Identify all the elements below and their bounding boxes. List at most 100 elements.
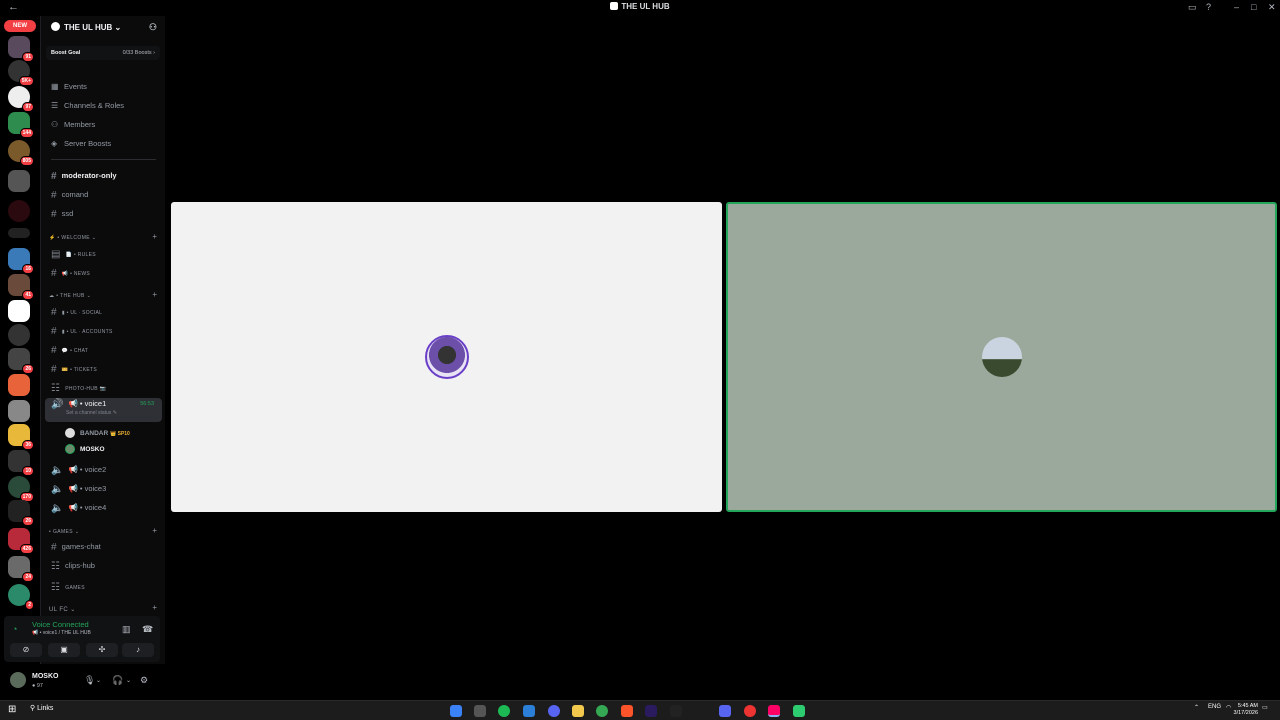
headphones-icon[interactable]: 🎧 <box>112 675 123 686</box>
category-games[interactable]: • GAMES ⌄ <box>49 529 79 535</box>
server-icon[interactable]: 426 <box>8 528 34 554</box>
avatar[interactable] <box>10 672 26 688</box>
channel-accounts[interactable]: # ▮ • UL ᐧ ACCOUNTS <box>51 326 113 337</box>
category-ul-fc[interactable]: UL FC ⌄ <box>49 606 76 613</box>
nav-channels-roles[interactable]: ☰ Channels & Roles <box>51 101 124 110</box>
copilot-icon[interactable] <box>450 705 462 717</box>
tray-chevron-icon[interactable]: ⌃ <box>1194 704 1199 711</box>
activities-button[interactable]: ✣ <box>86 643 118 657</box>
vscode-icon[interactable] <box>523 705 535 717</box>
notification-icon[interactable]: ▭ <box>1262 704 1268 711</box>
channel-tickets[interactable]: # 🎫 • TICKETS <box>51 364 97 375</box>
server-icon[interactable]: 41 <box>8 274 34 300</box>
voice-member[interactable]: MOSKO <box>65 444 105 454</box>
server-header[interactable]: THE UL HUB ⌄ ⚇ <box>41 16 165 42</box>
channel-clips-hub[interactable]: ☷ clips-hub <box>51 561 95 572</box>
forum-icon: ☷ <box>51 383 61 394</box>
capcut-icon[interactable] <box>670 705 682 717</box>
category-the-hub[interactable]: ☁ • THE HUB ⌄ <box>49 293 91 299</box>
channel-photo-hub[interactable]: ☷ PHOTO-HUB 📷 <box>51 383 106 394</box>
server-icon[interactable]: 91 <box>8 36 34 62</box>
maximize-button[interactable]: □ <box>1251 2 1256 12</box>
channel-comand[interactable]: # comand <box>51 190 88 201</box>
invite-icon[interactable]: ⚇ <box>149 22 157 33</box>
chevron-down-icon[interactable]: ⌄ <box>96 677 101 684</box>
server-icon[interactable] <box>8 324 30 346</box>
server-icon[interactable]: 16 <box>8 248 34 274</box>
server-icon[interactable]: 2 <box>8 584 34 610</box>
discord-icon[interactable] <box>548 705 560 717</box>
add-channel-icon[interactable]: + <box>152 232 157 241</box>
wifi-icon[interactable]: ◠ <box>1226 704 1231 711</box>
server-icon[interactable]: 144 <box>8 112 34 138</box>
channel-chat[interactable]: # 💬 • CHAT <box>51 345 88 356</box>
add-channel-icon[interactable]: + <box>152 526 157 535</box>
server-icon[interactable] <box>8 170 30 192</box>
app-icon[interactable] <box>719 705 731 717</box>
participant-tile[interactable] <box>171 202 722 512</box>
channel-moderator-only[interactable]: # moderator-only <box>51 171 117 182</box>
server-icon[interactable]: 26 <box>8 500 34 526</box>
noise-suppression-icon[interactable]: ▥ <box>122 624 131 635</box>
server-icon[interactable]: 26 <box>8 348 34 374</box>
server-icon[interactable] <box>8 374 30 396</box>
server-icon[interactable] <box>8 228 30 238</box>
gear-icon[interactable]: ⚙ <box>140 675 148 686</box>
participant-tile-speaking[interactable] <box>726 202 1277 512</box>
camera-button[interactable]: ⊘ <box>10 643 42 657</box>
add-channel-icon[interactable]: + <box>152 290 157 299</box>
obs-icon[interactable] <box>744 705 756 717</box>
chrome-icon[interactable] <box>596 705 608 717</box>
channel-social[interactable]: # ▮ • UL ᐧ SOCIAL <box>51 307 102 318</box>
microphone-icon[interactable]: 🎙 <box>84 675 95 686</box>
disconnect-icon[interactable]: ☎ <box>142 624 153 635</box>
server-icon[interactable]: 5K+ <box>8 60 34 86</box>
app-icon[interactable] <box>694 705 706 717</box>
channel-status[interactable]: Set a channel status ✎ <box>66 410 117 416</box>
voice-channel-voice2[interactable]: 🔈 📢 • voice2 <box>51 465 106 476</box>
add-channel-icon[interactable]: + <box>152 603 157 612</box>
new-badge[interactable]: NEW <box>4 20 36 32</box>
server-icon[interactable]: 805 <box>8 140 34 166</box>
windows-start-icon[interactable]: ⊞ <box>8 705 18 715</box>
close-button[interactable]: ✕ <box>1268 2 1276 13</box>
soundboard-button[interactable]: ♪ <box>122 643 154 657</box>
minimize-button[interactable]: – <box>1234 2 1239 12</box>
nav-server-boosts[interactable]: ◈ Server Boosts <box>51 139 111 148</box>
server-icon[interactable]: 24 <box>8 556 34 582</box>
app-icon[interactable] <box>474 705 486 717</box>
inbox-icon[interactable]: ▭ <box>1188 2 1197 13</box>
channel-ssd[interactable]: # ssd <box>51 209 73 220</box>
server-icon[interactable] <box>8 200 30 222</box>
channel-games-chat[interactable]: # games-chat <box>51 542 101 553</box>
server-icon[interactable]: 36 <box>8 424 34 450</box>
screen-share-button[interactable]: ▣ <box>48 643 80 657</box>
nav-members[interactable]: ⚇ Members <box>51 120 95 129</box>
boost-goal-bar[interactable]: Boost Goal 0/33 Boosts › <box>46 46 160 60</box>
voice-channel-voice1[interactable]: 🔊 📢 • voice1 56:53 Set a channel status ✎ <box>45 398 162 422</box>
signal-icon[interactable]: ◔ <box>12 624 17 634</box>
app-icon[interactable] <box>793 705 805 717</box>
voice-member[interactable]: BANDAR 👑 SP10 <box>65 428 130 438</box>
brave-icon[interactable] <box>621 705 633 717</box>
voice-channel-voice4[interactable]: 🔈 📢 • voice4 <box>51 503 106 514</box>
server-icon[interactable]: 10 <box>8 450 34 476</box>
chevron-down-icon[interactable]: ⌄ <box>126 677 131 684</box>
spotify-icon[interactable] <box>498 705 510 717</box>
premiere-icon[interactable] <box>645 705 657 717</box>
voice-channel-voice3[interactable]: 🔈 📢 • voice3 <box>51 484 106 495</box>
taskbar-clock[interactable]: 5:45 AM 3/17/2026 <box>1234 703 1258 717</box>
active-app-icon[interactable] <box>768 705 780 717</box>
server-icon[interactable] <box>8 300 30 322</box>
nav-events[interactable]: ▦ Events <box>51 82 87 91</box>
channel-news[interactable]: # 📢 • NEWS <box>51 268 90 279</box>
server-icon[interactable]: 170 <box>8 476 34 502</box>
help-icon[interactable]: ? <box>1206 2 1211 12</box>
channel-rules[interactable]: ▤ 📄 • RULES <box>51 249 96 260</box>
channel-games[interactable]: ☷ GAMES <box>51 582 85 593</box>
taskbar-search[interactable]: ⚲ Links <box>30 704 53 712</box>
file-explorer-icon[interactable] <box>572 705 584 717</box>
category-welcome[interactable]: ⚡ • WELCOME ⌄ <box>49 235 96 241</box>
server-icon[interactable] <box>8 400 30 422</box>
server-icon[interactable]: 97 <box>8 86 34 112</box>
